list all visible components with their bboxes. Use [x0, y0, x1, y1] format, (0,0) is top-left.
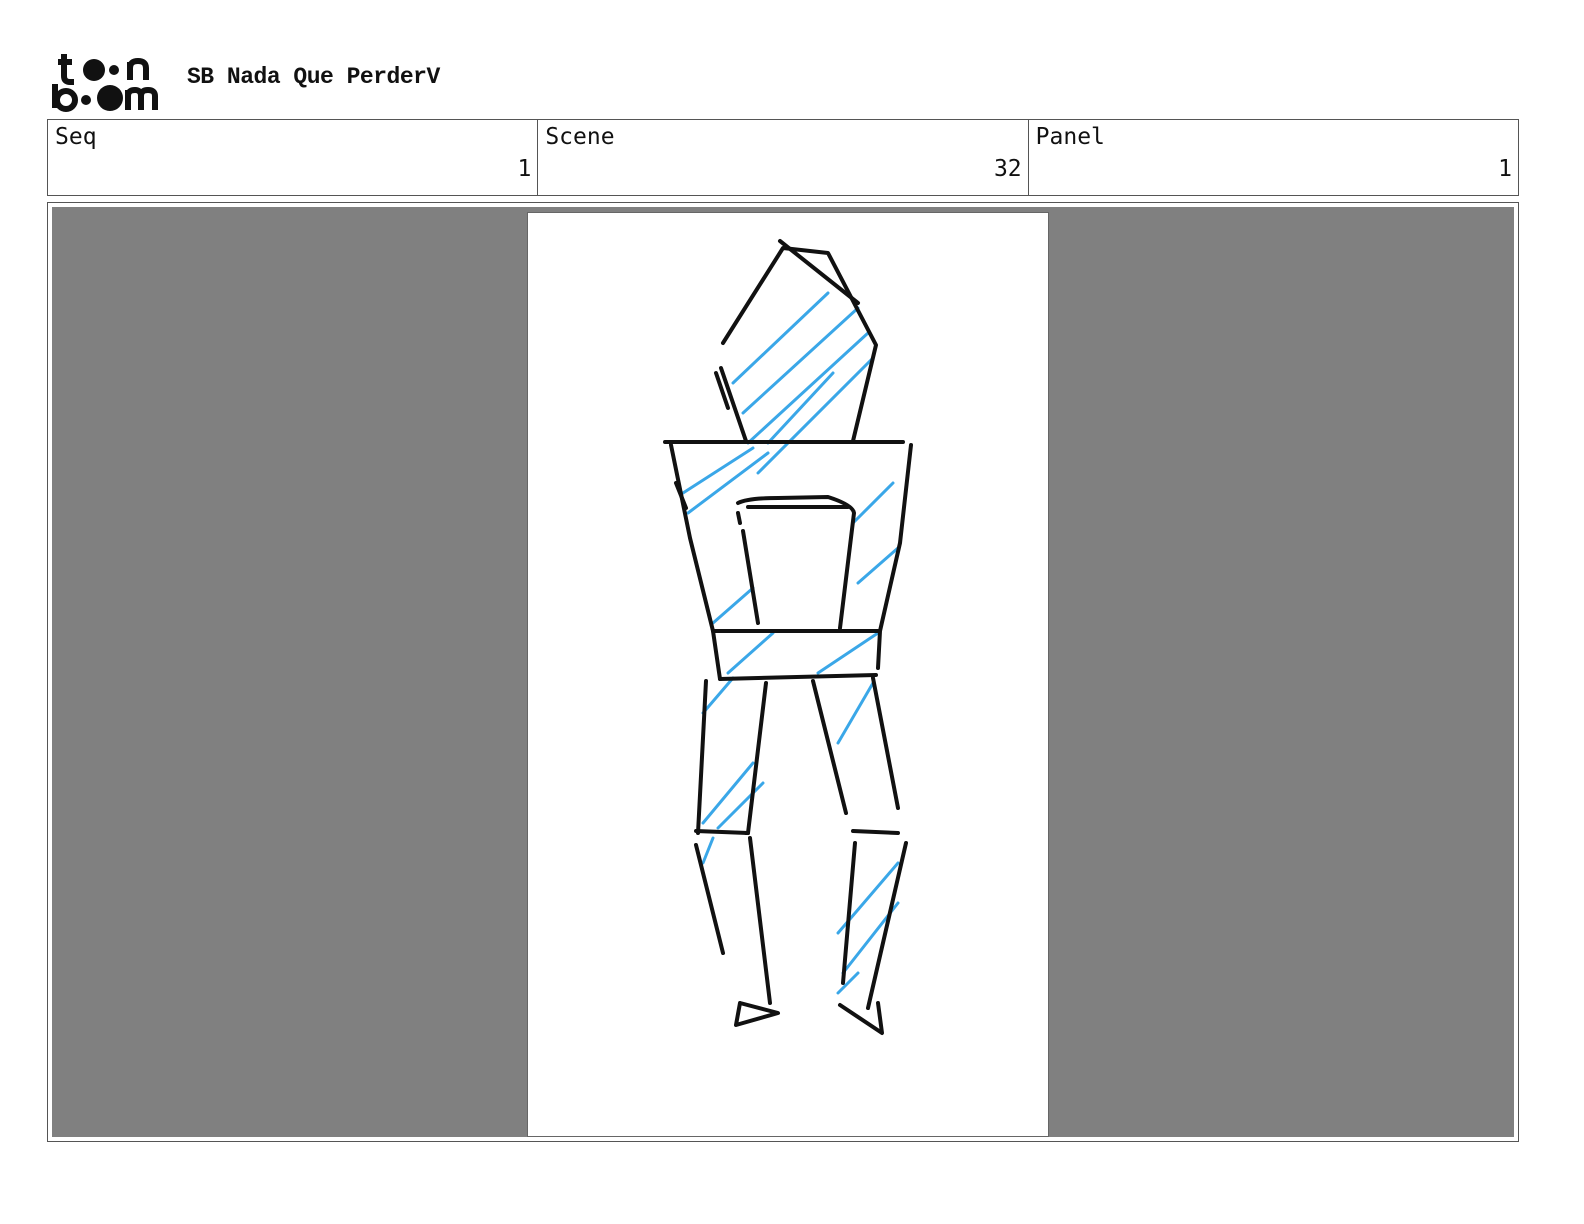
- panel-cell: Panel 1: [1029, 120, 1518, 195]
- seq-cell: Seq 1: [48, 120, 539, 195]
- panel-frame: [47, 202, 1519, 1142]
- scene-label: Scene: [545, 124, 615, 150]
- scene-cell: Scene 32: [538, 120, 1029, 195]
- panel-value: 1: [1498, 156, 1512, 182]
- toon-boom-logo: [50, 50, 164, 112]
- project-title: SB Nada Que PerderV: [187, 64, 440, 90]
- seq-value: 1: [517, 156, 532, 182]
- scene-value: 32: [993, 156, 1022, 182]
- panel-background: [52, 207, 1514, 1137]
- sketch-paper: [528, 213, 1048, 1136]
- panel-label: Panel: [1035, 124, 1105, 150]
- figure-sketch: [663, 239, 913, 1035]
- seq-label: Seq: [55, 124, 97, 150]
- info-table: Seq 1 Scene 32 Panel 1: [47, 119, 1519, 196]
